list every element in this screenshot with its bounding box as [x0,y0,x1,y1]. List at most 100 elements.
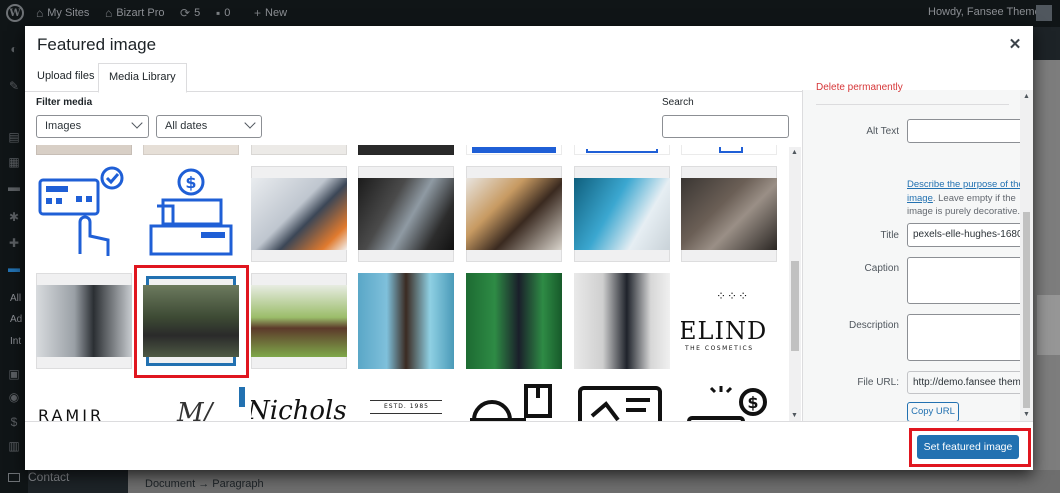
caption-textarea[interactable] [907,257,1033,304]
grid-scrollbar[interactable]: ▲ ▼ [789,147,801,421]
my-sites-menu[interactable]: ⌂ My Sites [36,6,89,20]
media-thumbnail[interactable] [143,145,239,155]
menu-item-label[interactable]: Int [10,336,21,347]
media-thumbnail[interactable] [681,145,777,155]
media-thumbnail[interactable] [574,145,670,155]
delete-permanently-link[interactable]: Delete permanently [816,82,903,93]
site-name-menu[interactable]: ⌂ Bizart Pro [105,6,165,20]
account-menu[interactable]: Howdy, Fansee Themes [928,6,1046,18]
menu-item-label[interactable]: All [10,293,21,304]
title-label: Title [880,230,899,241]
media-grid: $ ✓ [25,145,802,421]
dot-logo-icon: ⁘⁘⁘ [716,289,750,303]
media-thumbnail[interactable] [574,166,670,262]
editor-sidebar-peek [1033,60,1060,470]
my-sites-label: My Sites [47,7,90,19]
tab-media-library[interactable]: Media Library [98,63,187,93]
comments-icon[interactable]: ▬ [6,180,22,194]
media-type-select[interactable]: Images [36,115,149,138]
sidebar-scrollbar[interactable]: ▲ ▼ [1020,90,1033,421]
media-thumbnail[interactable] [36,145,132,155]
scroll-down-icon[interactable]: ▼ [1023,411,1030,418]
menu-item-label[interactable]: Ad [10,314,22,325]
divider [816,104,1009,105]
media-thumbnail[interactable] [466,145,562,155]
media-type-value: Images [45,120,82,132]
media-thumbnail[interactable]: RAMIR [36,380,132,421]
media-thumbnail-selected[interactable] [143,273,239,369]
media-thumbnail[interactable] [36,166,132,262]
menu-item-contact[interactable]: Contact [8,470,69,484]
media-thumbnail[interactable] [574,380,670,421]
pin-icon[interactable]: ✎ [6,79,22,93]
media-thumbnail[interactable] [251,166,347,262]
media-thumbnail[interactable] [358,145,454,155]
date-filter-select[interactable]: All dates [156,115,262,138]
media-thumbnail[interactable] [358,273,454,369]
update-icon: ⟳ [180,6,191,20]
home-icon: ⌂ [105,6,113,20]
house-icon: ⌂ [36,6,44,20]
media-thumbnail[interactable]: $ [681,380,777,421]
media-thumbnail[interactable]: $ [143,166,239,262]
wordpress-logo-icon[interactable]: W [6,4,24,22]
title-input[interactable]: pexels-elle-hughes-1680 [907,223,1033,247]
copy-url-button[interactable]: Copy URL [907,402,959,422]
scroll-up-icon[interactable]: ▲ [791,149,798,156]
palette-icon[interactable]: ◉ [6,390,22,404]
new-content-menu[interactable]: + New [254,6,287,20]
plugins-icon[interactable]: ✚ [6,236,22,250]
avatar[interactable] [1036,5,1052,21]
filter-media-label: Filter media [36,97,93,108]
device-touch-icon [36,166,132,262]
media-thumbnail[interactable] [466,380,562,421]
grid-scrollbar-thumb[interactable] [791,261,799,351]
media-thumbnail[interactable] [251,145,347,155]
description-textarea[interactable] [907,314,1033,361]
media-thumbnail[interactable]: ⁘⁘⁘ ELIND THE COSMETICS [681,273,777,369]
logo-text: M/ [177,398,213,421]
active-menu-icon[interactable]: ▬ [6,261,22,275]
close-icon[interactable]: ✕ [1007,37,1023,53]
comment-icon: ▪ [216,6,221,20]
modal-title: Featured image [37,35,157,54]
media-thumbnail[interactable]: M/ [143,380,239,421]
updates-menu[interactable]: ⟳ 5 [180,6,200,20]
media-thumbnail[interactable] [681,166,777,262]
alt-text-label: Alt Text [866,126,899,137]
comments-count: 0 [224,7,231,19]
settings-icon[interactable]: ▣ [6,367,22,381]
media-thumbnail[interactable]: ESTD. 1985 [358,380,454,421]
media-icon[interactable]: ▤ [6,130,22,144]
search-input[interactable] [662,115,789,138]
media-thumbnail[interactable] [36,273,132,369]
scroll-up-icon[interactable]: ▲ [1023,93,1030,100]
alt-text-input[interactable] [907,119,1033,143]
media-thumbnail[interactable] [358,166,454,262]
pages-icon[interactable]: ▦ [6,155,22,169]
media-thumbnail[interactable] [251,273,347,369]
file-url-field[interactable]: http://demo.fansee themes [907,371,1033,394]
media-thumbnail[interactable] [574,273,670,369]
dashboard-icon[interactable]: ◐ [6,42,22,56]
logo-text: RAMIR [38,406,105,421]
worker-box-icon [466,380,562,421]
set-featured-image-button[interactable]: Set featured image [917,435,1019,459]
dollar-icon[interactable]: $ [6,415,22,429]
media-thumbnail[interactable]: Nichols [251,380,347,421]
tools-icon[interactable]: ✱ [6,210,22,224]
media-thumbnail[interactable] [466,273,562,369]
scroll-down-icon[interactable]: ▼ [791,412,798,419]
sidebar-scrollbar-thumb[interactable] [1023,212,1030,408]
media-toolbar: Filter media Images All dates Search [25,92,802,139]
block-breadcrumb[interactable]: Document → Paragraph [145,478,264,490]
admin-menu: ◐ ✎ ▤ ▦ ▬ ✱ ✚ ▬ All Ad Int ▣ ◉ $ ▥ [0,27,28,493]
tab-upload-files[interactable]: Upload files [27,63,104,93]
admin-bar: W ⌂ My Sites ⌂ Bizart Pro ⟳ 5 ▪ 0 + New … [0,0,1060,27]
alt-text-help: Describe the purpose of the image. Leave… [907,178,1031,219]
logo-text: ELIND [681,317,768,345]
grid-icon[interactable]: ▥ [6,439,22,453]
logo-subtext: ESTD. 1985 [384,403,429,410]
media-thumbnail[interactable] [466,166,562,262]
comments-menu[interactable]: ▪ 0 [216,6,230,20]
